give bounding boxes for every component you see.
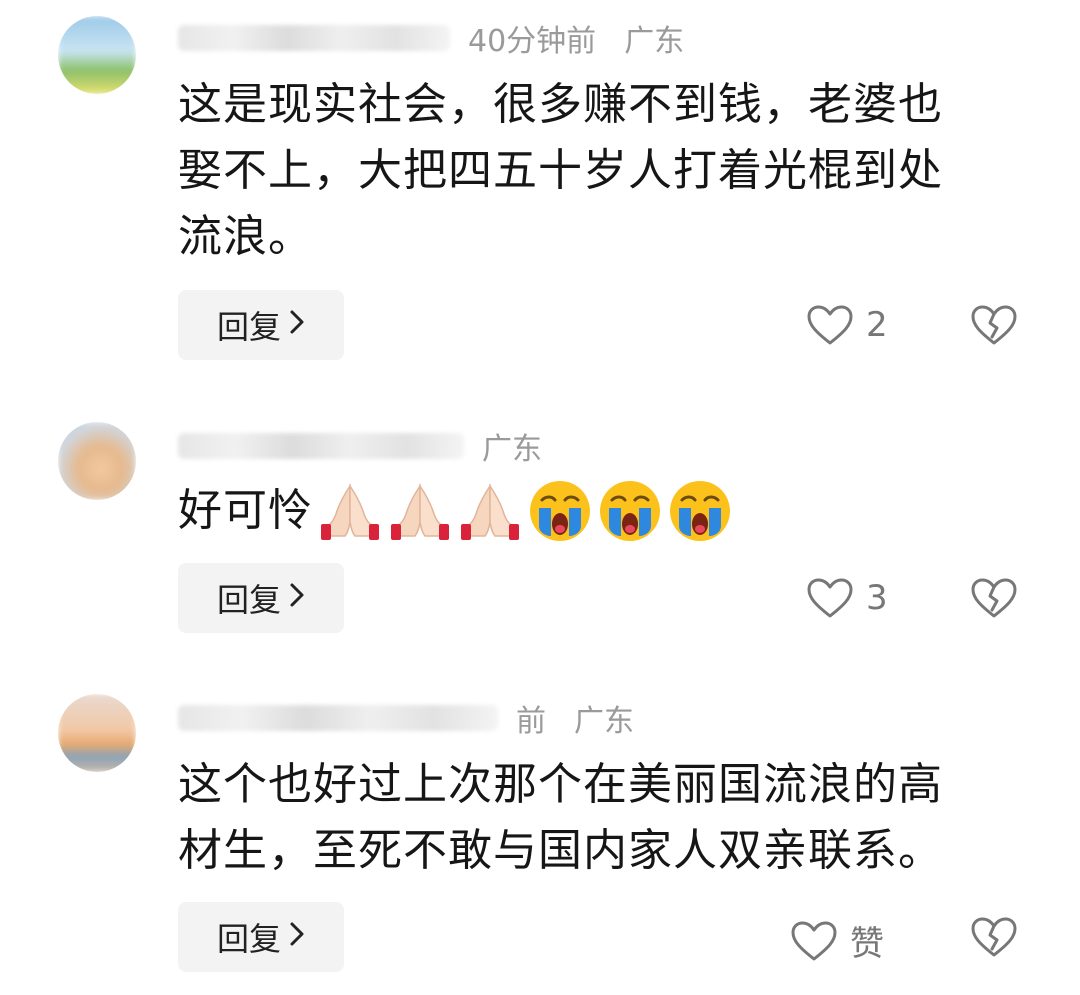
folded-hands-icon — [321, 483, 379, 540]
avatar[interactable] — [58, 422, 136, 500]
broken-heart-icon — [970, 304, 1018, 346]
broken-heart-icon — [970, 577, 1018, 619]
like-count: 赞 — [850, 924, 884, 964]
comment-location: 广东 — [624, 24, 685, 59]
comment-meta: 广东 — [178, 424, 542, 468]
comment-text: 这个也好过上次那个在美丽国流浪的高 材生，至死不敢与国内家人双亲联系。 — [178, 752, 1008, 884]
comment-location: 广东 — [482, 432, 542, 467]
reply-label: 回复 — [216, 308, 281, 346]
folded-hands-icon — [461, 483, 519, 540]
comment-text-line: 这个也好过上次那个在美丽国流浪的高 — [178, 759, 943, 810]
crying-face-icon — [670, 481, 730, 541]
dislike-button[interactable] — [970, 577, 1018, 619]
heart-outline-icon — [806, 577, 854, 619]
chevron-right-icon — [289, 920, 305, 955]
comment-location: 广东 — [574, 704, 634, 739]
heart-outline-icon — [806, 304, 854, 346]
like-count: 2 — [866, 305, 888, 345]
avatar[interactable] — [58, 16, 136, 94]
reply-label: 回复 — [216, 920, 281, 958]
like-button[interactable]: 3 — [806, 577, 888, 619]
like-count: 3 — [866, 578, 888, 618]
comment-time: 前 — [516, 704, 546, 739]
avatar[interactable] — [58, 694, 136, 772]
username-blurred[interactable] — [178, 705, 498, 731]
comment-text-line: 好可怜 — [178, 485, 313, 536]
comment-text: 这是现实社会，很多赚不到钱，老婆也 娶不上，大把四五十岁人打着光棍到处 流浪。 — [178, 72, 1008, 270]
reply-button[interactable]: 回复 — [178, 563, 344, 633]
emoji-row — [317, 478, 733, 544]
comment-text-line: 娶不上，大把四五十岁人打着光棍到处 — [178, 145, 943, 196]
heart-outline-icon — [790, 920, 838, 962]
comment-meta: 前 广东 — [178, 696, 634, 740]
folded-hands-icon — [391, 483, 449, 540]
username-blurred[interactable] — [178, 25, 450, 51]
broken-heart-icon — [970, 916, 1018, 958]
comment-text-line: 流浪。 — [178, 211, 313, 262]
username-blurred[interactable] — [178, 433, 464, 459]
reply-label: 回复 — [216, 581, 281, 619]
chevron-right-icon — [289, 308, 305, 343]
dislike-button[interactable] — [970, 916, 1018, 958]
comment-time: 40分钟前 — [468, 24, 597, 59]
chevron-right-icon — [289, 581, 305, 616]
comment-text: 好可怜 — [178, 478, 1008, 544]
dislike-button[interactable] — [970, 304, 1018, 346]
like-button[interactable]: 赞 — [790, 916, 884, 965]
reply-button[interactable]: 回复 — [178, 290, 344, 360]
crying-face-icon — [530, 481, 590, 541]
comment-text-line: 材生，至死不敢与国内家人双亲联系。 — [178, 825, 943, 876]
comment-text-line: 这是现实社会，很多赚不到钱，老婆也 — [178, 79, 943, 130]
like-button[interactable]: 2 — [806, 304, 888, 346]
reply-button[interactable]: 回复 — [178, 902, 344, 972]
crying-face-icon — [600, 481, 660, 541]
comment-meta: 40分钟前 广东 — [178, 16, 684, 60]
